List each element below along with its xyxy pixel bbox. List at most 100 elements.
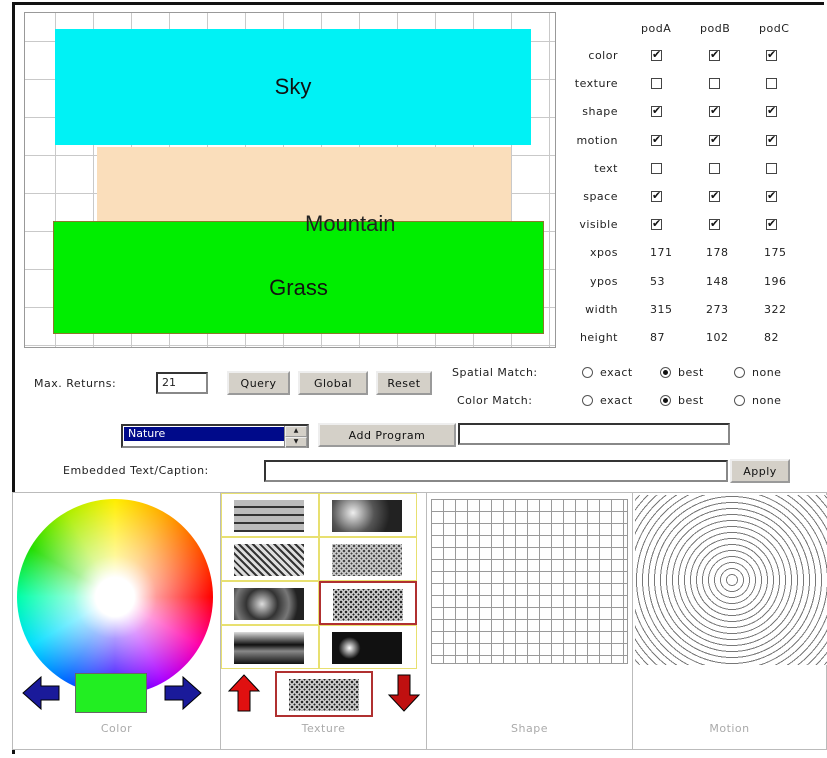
texture-image bbox=[234, 544, 304, 576]
color-panel: Color bbox=[12, 492, 221, 750]
arrow-right-icon[interactable] bbox=[163, 675, 203, 711]
checkbox-visible-podB[interactable] bbox=[709, 219, 720, 231]
texture-image bbox=[234, 632, 304, 664]
arrow-left-icon[interactable] bbox=[21, 675, 61, 711]
checkbox-visible-podA[interactable] bbox=[651, 219, 662, 231]
color-swatch[interactable] bbox=[75, 673, 147, 713]
texture-swatch[interactable] bbox=[221, 581, 319, 625]
checkbox-color-podC[interactable] bbox=[766, 50, 777, 61]
pod-header-a: podA bbox=[641, 22, 672, 35]
spatial-match-radio-none[interactable] bbox=[734, 367, 745, 378]
value-xpos-podB: 178 bbox=[706, 246, 729, 260]
program-selected-value: Nature bbox=[124, 427, 286, 441]
texture-panel-label: Texture bbox=[301, 722, 346, 735]
checkbox-texture-podC[interactable] bbox=[766, 78, 777, 90]
texture-swatch[interactable] bbox=[319, 581, 417, 625]
shape-grid[interactable] bbox=[431, 499, 628, 664]
texture-swatch[interactable] bbox=[319, 625, 417, 669]
checkbox-text-podA[interactable] bbox=[651, 162, 662, 174]
apply-button[interactable]: Apply bbox=[730, 459, 790, 483]
checkbox-shape-podB[interactable] bbox=[709, 106, 720, 118]
region-grass-label: Grass bbox=[269, 274, 328, 300]
region-grass[interactable]: Grass bbox=[53, 221, 544, 334]
arrow-down-icon[interactable] bbox=[387, 673, 421, 713]
spatial-match-radio-exact[interactable] bbox=[582, 367, 593, 378]
pod-row-label-shape: shape bbox=[582, 105, 618, 119]
pod-row-label-motion: motion bbox=[576, 133, 618, 147]
checkbox-motion-podB[interactable] bbox=[709, 134, 720, 146]
value-height-podA: 87 bbox=[650, 331, 665, 344]
color-panel-label: Color bbox=[100, 722, 133, 735]
color-wheel[interactable] bbox=[17, 499, 213, 695]
spatial-match-option-label: best bbox=[678, 366, 704, 379]
texture-swatch[interactable] bbox=[221, 625, 319, 669]
texture-swatch[interactable] bbox=[319, 537, 417, 581]
pod-row-label-color: color bbox=[588, 49, 618, 62]
checkbox-texture-podB[interactable] bbox=[709, 78, 720, 90]
checkbox-shape-podC[interactable] bbox=[766, 106, 777, 118]
value-width-podB: 273 bbox=[706, 302, 729, 316]
program-spinner[interactable]: ▲ ▼ bbox=[284, 426, 307, 448]
spatial-match-radio-best[interactable] bbox=[660, 367, 671, 378]
add-program-button[interactable]: Add Program bbox=[318, 423, 456, 447]
reset-button[interactable]: Reset bbox=[376, 371, 432, 395]
region-sky-label: Sky bbox=[274, 74, 312, 99]
pod-row-label-texture: texture bbox=[574, 77, 618, 91]
texture-image bbox=[234, 500, 304, 532]
spin-up-icon[interactable]: ▲ bbox=[285, 426, 307, 437]
color-match-option-label: exact bbox=[600, 394, 633, 407]
region-sky[interactable]: Sky bbox=[55, 29, 531, 145]
motion-panel-label: Motion bbox=[709, 722, 750, 735]
pod-row-label-ypos: ypos bbox=[590, 274, 618, 288]
value-height-podC: 82 bbox=[764, 331, 779, 344]
pod-header-b: podB bbox=[700, 22, 731, 35]
color-match-option-label: best bbox=[678, 394, 704, 407]
arrow-up-icon[interactable] bbox=[227, 673, 261, 713]
checkbox-color-podA[interactable] bbox=[651, 50, 662, 61]
max-returns-label: Max. Returns: bbox=[34, 377, 117, 390]
checkbox-space-podB[interactable] bbox=[709, 191, 720, 202]
program-select[interactable]: Nature ▲ ▼ bbox=[121, 424, 309, 448]
checkbox-space-podA[interactable] bbox=[651, 191, 662, 202]
checkbox-texture-podA[interactable] bbox=[651, 78, 662, 90]
checkbox-visible-podC[interactable] bbox=[766, 219, 777, 231]
checkbox-motion-podC[interactable] bbox=[766, 134, 777, 146]
checkbox-color-podB[interactable] bbox=[709, 50, 720, 61]
value-ypos-podB: 148 bbox=[706, 274, 729, 288]
program-name-input[interactable] bbox=[458, 423, 730, 445]
texture-swatch[interactable] bbox=[319, 493, 417, 537]
checkbox-space-podC[interactable] bbox=[766, 191, 777, 202]
global-button[interactable]: Global bbox=[298, 371, 368, 395]
motion-panel: Motion bbox=[632, 492, 827, 750]
color-match-option-label: none bbox=[752, 394, 782, 407]
value-width-podC: 322 bbox=[764, 302, 787, 316]
pod-row-label-height: height bbox=[579, 331, 618, 344]
pod-row-label-text: text bbox=[594, 161, 618, 175]
color-match-radio-none[interactable] bbox=[734, 395, 745, 406]
motion-field[interactable] bbox=[635, 495, 827, 665]
spatial-match-option-label: exact bbox=[600, 366, 633, 379]
pod-row-label-xpos: xpos bbox=[590, 246, 618, 260]
color-match-label: Color Match: bbox=[457, 394, 533, 407]
checkbox-text-podB[interactable] bbox=[709, 162, 720, 174]
spin-down-icon[interactable]: ▼ bbox=[285, 437, 307, 448]
selected-texture-preview[interactable] bbox=[275, 671, 373, 717]
region-mountain-label: Mountain bbox=[305, 211, 396, 236]
caption-input[interactable] bbox=[264, 460, 728, 482]
value-height-podB: 102 bbox=[706, 331, 729, 344]
value-xpos-podA: 171 bbox=[650, 246, 673, 260]
texture-swatch[interactable] bbox=[221, 537, 319, 581]
region-mountain[interactable] bbox=[97, 147, 511, 225]
color-match-radio-best[interactable] bbox=[660, 395, 671, 406]
value-ypos-podA: 53 bbox=[650, 274, 665, 288]
pod-row-label-width: width bbox=[585, 302, 618, 316]
checkbox-text-podC[interactable] bbox=[766, 162, 777, 174]
checkbox-shape-podA[interactable] bbox=[651, 106, 662, 118]
checkbox-motion-podA[interactable] bbox=[651, 134, 662, 146]
sketch-canvas[interactable]: Sky Grass Mountain bbox=[24, 12, 556, 348]
query-button[interactable]: Query bbox=[227, 371, 290, 395]
texture-swatch[interactable] bbox=[221, 493, 319, 537]
color-match-radio-exact[interactable] bbox=[582, 395, 593, 406]
max-returns-input[interactable]: 21 bbox=[156, 372, 208, 394]
value-ypos-podC: 196 bbox=[764, 274, 787, 288]
